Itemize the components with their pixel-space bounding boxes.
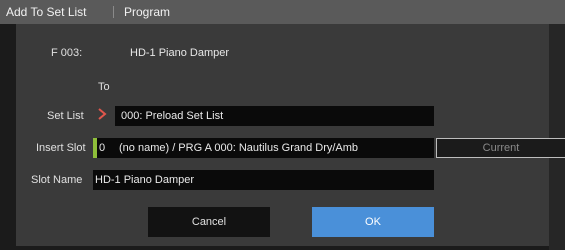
slot-name-field[interactable]: HD-1 Piano Damper — [93, 170, 434, 190]
dialog-panel — [16, 24, 549, 246]
dialog-title: Add To Set List — [6, 5, 87, 19]
set-list-field[interactable]: 000: Preload Set List — [115, 106, 434, 126]
chevron-right-icon[interactable] — [96, 108, 108, 120]
mode-title: Program — [124, 5, 171, 19]
slot-name-label: Slot Name — [31, 174, 83, 186]
current-button[interactable]: Current — [436, 138, 565, 158]
title-bar: Add To Set List Program — [0, 0, 565, 24]
source-label: F 003: — [51, 47, 83, 59]
insert-slot-value: (no name) / PRG A 000: Nautilus Grand Dr… — [119, 142, 359, 154]
set-list-label: Set List — [47, 110, 84, 122]
insert-slot-field[interactable]: 0 (no name) / PRG A 000: Nautilus Grand … — [97, 138, 434, 158]
cancel-button[interactable]: Cancel — [148, 207, 270, 237]
to-label: To — [98, 81, 110, 93]
ok-button[interactable]: OK — [312, 207, 434, 237]
source-program-name: HD-1 Piano Damper — [130, 47, 230, 59]
title-divider — [113, 6, 114, 18]
insert-slot-number: 0 — [99, 142, 106, 154]
insert-slot-label: Insert Slot — [36, 142, 86, 154]
right-edge-strip — [549, 24, 565, 250]
